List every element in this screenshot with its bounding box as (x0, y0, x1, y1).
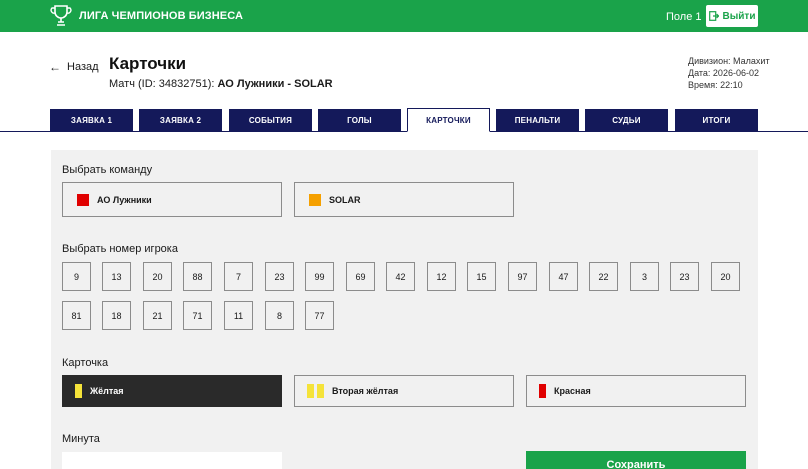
player-number-button[interactable]: 9 (62, 262, 91, 291)
date-text: Дата: 2026-06-02 (688, 68, 759, 78)
team-button-luzhniki[interactable]: АО Лужники (62, 182, 282, 217)
match-id: Матч (ID: 34832751): (109, 78, 215, 90)
player-section-label: Выбрать номер игрока (62, 243, 178, 255)
player-number-button[interactable]: 21 (143, 301, 172, 330)
second-yellow-card-icon (317, 384, 324, 398)
field-label: Поле 1 (666, 11, 702, 23)
player-number-button[interactable]: 88 (183, 262, 212, 291)
logo-text: ЛИГА ЧЕМПИОНОВ БИЗНЕСА (79, 10, 244, 22)
tab-results[interactable]: ИТОГИ (675, 109, 758, 131)
tab-referees[interactable]: СУДЬИ (585, 109, 668, 131)
logout-label: Выйти (722, 10, 756, 22)
card-label: Жёлтая (90, 386, 124, 396)
tab-cards[interactable]: КАРТОЧКИ (407, 108, 490, 132)
team-color-red-icon (77, 193, 89, 206)
player-number-button[interactable]: 81 (62, 301, 91, 330)
team-color-orange-icon (309, 193, 321, 206)
second-yellow-card-icon (307, 384, 314, 398)
card-section-label: Карточка (62, 357, 109, 369)
player-number-button[interactable]: 8 (265, 301, 294, 330)
page-title: Карточки (109, 54, 187, 73)
match-teams: АО Лужники - SOLAR (217, 78, 333, 90)
save-button[interactable]: Сохранить (526, 451, 746, 469)
logout-button[interactable]: Выйти (706, 5, 758, 27)
player-number-button[interactable]: 12 (427, 262, 456, 291)
minute-input[interactable] (62, 452, 282, 469)
player-number-button[interactable]: 97 (508, 262, 537, 291)
card-button-red[interactable]: Красная (526, 375, 746, 407)
card-label: Красная (554, 386, 591, 396)
red-card-icon (539, 384, 546, 398)
match-info: Матч (ID: 34832751): АО Лужники - SOLAR (109, 78, 333, 90)
back-label: Назад (67, 61, 99, 73)
division-text: Дивизион: Малахит (688, 56, 770, 66)
player-number-button[interactable]: 22 (589, 262, 618, 291)
tab-events[interactable]: СОБЫТИЯ (229, 109, 312, 131)
player-number-button[interactable]: 23 (670, 262, 699, 291)
player-number-button[interactable]: 99 (305, 262, 334, 291)
yellow-card-icon (75, 384, 82, 398)
tab-roster-2[interactable]: ЗАЯВКА 2 (139, 109, 222, 131)
player-number-button[interactable]: 13 (102, 262, 131, 291)
card-button-yellow[interactable]: Жёлтая (62, 375, 282, 407)
player-number-button[interactable]: 11 (224, 301, 253, 330)
card-button-second-yellow[interactable]: Вторая жёлтая (294, 375, 514, 407)
player-number-button[interactable]: 77 (305, 301, 334, 330)
back-link[interactable]: ← Назад (49, 60, 99, 74)
tab-baseline (0, 131, 808, 132)
minute-section-label: Минута (62, 433, 100, 445)
team-name: АО Лужники (97, 194, 152, 205)
player-number-button[interactable]: 71 (183, 301, 212, 330)
match-meta: Дивизион: Малахит Дата: 2026-06-02 Время… (688, 55, 770, 91)
player-number-button[interactable]: 7 (224, 262, 253, 291)
player-number-button[interactable]: 69 (346, 262, 375, 291)
player-number-button[interactable]: 42 (386, 262, 415, 291)
player-number-button[interactable]: 20 (143, 262, 172, 291)
team-name: SOLAR (329, 194, 361, 205)
logo[interactable]: ЛИГА ЧЕМПИОНОВ БИЗНЕСА (50, 4, 243, 28)
arrow-left-icon: ← (49, 60, 61, 74)
top-bar: ЛИГА ЧЕМПИОНОВ БИЗНЕСА Поле 1 Выйти (0, 0, 808, 32)
time-text: Время: 22:10 (688, 80, 743, 90)
tab-goals[interactable]: ГОЛЫ (318, 109, 401, 131)
player-number-button[interactable]: 47 (549, 262, 578, 291)
player-number-button[interactable]: 23 (265, 262, 294, 291)
logout-icon (708, 11, 719, 21)
player-number-button[interactable]: 3 (630, 262, 659, 291)
team-button-solar[interactable]: SOLAR (294, 182, 514, 217)
card-label: Вторая жёлтая (332, 386, 399, 396)
tab-roster-1[interactable]: ЗАЯВКА 1 (50, 109, 133, 131)
player-number-button[interactable]: 18 (102, 301, 131, 330)
trophy-icon (50, 5, 72, 26)
player-number-button[interactable]: 20 (711, 262, 740, 291)
team-section-label: Выбрать команду (62, 164, 153, 176)
tab-bar: ЗАЯВКА 1 ЗАЯВКА 2 СОБЫТИЯ ГОЛЫ КАРТОЧКИ … (0, 108, 808, 132)
tab-penalties[interactable]: ПЕНАЛЬТИ (496, 109, 579, 131)
player-number-button[interactable]: 15 (467, 262, 496, 291)
